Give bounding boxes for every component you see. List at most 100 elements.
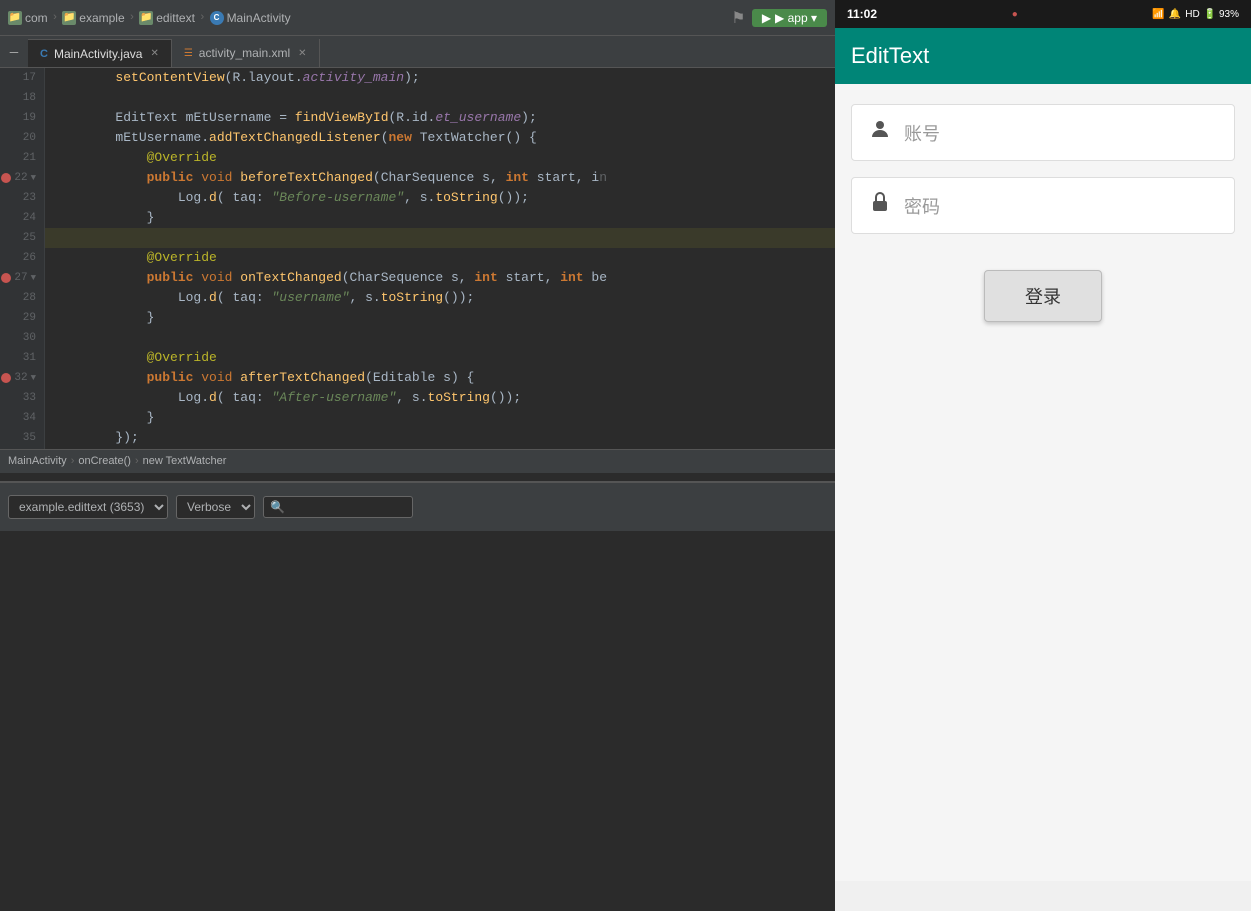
phone-title-bar: EditText (835, 28, 1251, 84)
tab-mainactivity-java[interactable]: C MainActivity.java ✕ (28, 39, 172, 67)
status-time: 11:02 (847, 7, 877, 21)
package-icon: 📁 (8, 11, 22, 25)
notification-dot: ● (1012, 9, 1018, 20)
java-icon: C (40, 48, 48, 60)
line-25: 25 (0, 228, 44, 248)
code-line-28: Log.d( taq: "username", s.toString()); (45, 288, 835, 308)
line-20: 20 (0, 128, 44, 148)
bottom-sep-2: › (135, 455, 139, 467)
phone-status-bar: 11:02 ● 📶 🔔 HD 🔋 93% (835, 0, 1251, 28)
log-filter-bar: example.edittext (3653) Verbose (0, 481, 835, 531)
phone-panel: 11:02 ● 📶 🔔 HD 🔋 93% EditText 账号 (835, 0, 1251, 911)
bottom-bc-textwatcher: new TextWatcher (143, 455, 227, 467)
signal-icon: 📶 (1152, 9, 1164, 20)
username-placeholder: 账号 (904, 120, 1218, 146)
run-label: ▶ app ▾ (775, 11, 817, 25)
line-29: 29 (0, 308, 44, 328)
class-icon: C (210, 11, 224, 25)
code-line-24: } (45, 208, 835, 228)
line-24: 24 (0, 208, 44, 228)
line-31: 31 (0, 348, 44, 368)
filter-package-dropdown[interactable]: example.edittext (3653) (8, 495, 168, 519)
status-icons: 📶 🔔 HD 🔋 93% (1152, 9, 1239, 20)
code-line-25 (45, 228, 835, 248)
log-search-input[interactable] (263, 496, 413, 518)
line-18: 18 (0, 88, 44, 108)
package-icon-3: 📁 (139, 11, 153, 25)
line-21: 21 (0, 148, 44, 168)
code-line-30 (45, 328, 835, 348)
line-35: 35 (0, 428, 44, 448)
breadcrumb-com[interactable]: 📁 com (8, 11, 48, 25)
breadcrumb-right: ⚑ ▶ ▶ app ▾ (733, 7, 827, 29)
close-tab-xml[interactable]: ✕ (298, 48, 306, 59)
phone-bottom (835, 881, 1251, 911)
code-line-26: @Override (45, 248, 835, 268)
line-32: 32▼ (0, 368, 44, 388)
bottom-sep-1: › (71, 455, 75, 467)
code-line-17: setContentView(R.layout.activity_main); (45, 68, 835, 88)
breadcrumb-bar: 📁 com › 📁 example › 📁 edittext › C MainA… (0, 0, 835, 36)
breadcrumb-example[interactable]: 📁 example (62, 11, 124, 25)
code-line-21: @Override (45, 148, 835, 168)
breadcrumb-edittext-label: edittext (156, 11, 195, 25)
bottom-bc-oncreate: onCreate() (78, 455, 131, 467)
code-line-18 (45, 88, 835, 108)
breadcrumb-example-label: example (79, 11, 124, 25)
tab-bar: — C MainActivity.java ✕ ☰ activity_main.… (0, 36, 835, 68)
code-area[interactable]: setContentView(R.layout.activity_main); … (45, 68, 835, 449)
line-22: 22▼ (0, 168, 44, 188)
code-line-23: Log.d( taq: "Before-username", s.toStrin… (45, 188, 835, 208)
code-line-22: public void beforeTextChanged(CharSequen… (45, 168, 835, 188)
battery-icon: 🔋 93% (1204, 9, 1239, 20)
code-line-19: EditText mEtUsername = findViewById(R.id… (45, 108, 835, 128)
phone-title: EditText (851, 43, 929, 69)
breadcrumb-mainactivity-label: MainActivity (227, 11, 291, 25)
run-icon: ▶ (762, 11, 771, 25)
code-line-29: } (45, 308, 835, 328)
line-33: 33 (0, 388, 44, 408)
code-line-27: public void onTextChanged(CharSequence s… (45, 268, 835, 288)
code-line-31: @Override (45, 348, 835, 368)
ide-panel: 📁 com › 📁 example › 📁 edittext › C MainA… (0, 0, 835, 911)
log-area (0, 531, 835, 911)
log-level-dropdown[interactable]: Verbose (176, 495, 255, 519)
sidebar-toggle-button[interactable]: — (0, 39, 28, 67)
tab-mainactivity-label: MainActivity.java (54, 47, 142, 61)
code-editor[interactable]: 17 18 19 20 21 22▼ 23 24 25 26 27▼ 28 29… (0, 68, 835, 449)
close-tab-mainactivity[interactable]: ✕ (150, 48, 158, 59)
line-gutter: 17 18 19 20 21 22▼ 23 24 25 26 27▼ 28 29… (0, 68, 45, 449)
bottom-breadcrumb: MainActivity › onCreate() › new TextWatc… (0, 449, 835, 473)
line-23: 23 (0, 188, 44, 208)
git-icon: ⚑ (733, 7, 744, 29)
package-icon-2: 📁 (62, 11, 76, 25)
code-lines: setContentView(R.layout.activity_main); … (45, 68, 835, 449)
breadcrumb-mainactivity[interactable]: C MainActivity (210, 11, 291, 25)
code-line-32: public void afterTextChanged(Editable s)… (45, 368, 835, 388)
tab-activity-main-xml[interactable]: ☰ activity_main.xml ✕ (172, 39, 320, 67)
line-26: 26 (0, 248, 44, 268)
breadcrumb-sep-2: › (129, 12, 136, 24)
bottom-bc-mainactivity: MainActivity (8, 455, 67, 467)
breadcrumb-sep-1: › (52, 12, 59, 24)
password-input-row[interactable]: 密码 (851, 177, 1235, 234)
hd-label: HD (1185, 9, 1199, 20)
phone-content: 账号 密码 登录 (835, 84, 1251, 881)
breadcrumb-com-label: com (25, 11, 48, 25)
code-line-20: mEtUsername.addTextChangedListener(new T… (45, 128, 835, 148)
code-line-33: Log.d( taq: "After-username", s.toString… (45, 388, 835, 408)
line-19: 19 (0, 108, 44, 128)
line-27: 27▼ (0, 268, 44, 288)
wifi-icon: 🔔 (1169, 9, 1181, 20)
xml-icon: ☰ (184, 48, 193, 59)
code-line-35: }); (45, 428, 835, 448)
breadcrumb-edittext[interactable]: 📁 edittext (139, 11, 195, 25)
line-28: 28 (0, 288, 44, 308)
tab-xml-label: activity_main.xml (199, 46, 290, 60)
login-button[interactable]: 登录 (984, 270, 1102, 322)
username-input-row[interactable]: 账号 (851, 104, 1235, 161)
code-line-34: } (45, 408, 835, 428)
breadcrumb-sep-3: › (199, 12, 206, 24)
run-button[interactable]: ▶ ▶ app ▾ (752, 9, 827, 27)
line-17: 17 (0, 68, 44, 88)
